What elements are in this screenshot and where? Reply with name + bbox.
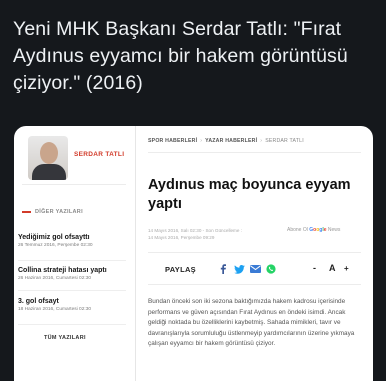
accent-dash bbox=[22, 211, 31, 213]
facebook-icon[interactable] bbox=[219, 264, 227, 274]
font-increase-label: A bbox=[329, 263, 336, 273]
article-main: SPOR HABERLERİ › YAZAR HABERLERİ › SERDAR TA… bbox=[135, 126, 373, 381]
google-news-link[interactable]: Abone Ol Google News bbox=[287, 227, 340, 233]
divider bbox=[18, 260, 126, 261]
sidebar-article-date: 26 Temmuz 2016, Perşembe 02:30 bbox=[18, 243, 93, 248]
breadcrumb-item[interactable]: SERDAR TATLI bbox=[265, 138, 304, 144]
sidebar-article-date: 18 Haziran 2016, Cumartesi 02:30 bbox=[18, 307, 92, 312]
tweet-text: Yeni MHK Başkanı Serdar Tatlı: "Fırat Ay… bbox=[13, 18, 348, 94]
font-plus-button[interactable]: + bbox=[344, 264, 349, 273]
twitter-icon[interactable] bbox=[233, 264, 245, 274]
font-increase-button[interactable]: A bbox=[329, 263, 336, 273]
breadcrumb-item[interactable]: SPOR HABERLERİ bbox=[148, 138, 197, 144]
author-sidebar: SERDAR TATLI DİĞER YAZILARI Yediğimiz go… bbox=[14, 126, 136, 381]
divider bbox=[148, 284, 361, 285]
breadcrumb: SPOR HABERLERİ › YAZAR HABERLERİ › SERDAR TA… bbox=[148, 138, 304, 144]
sidebar-article[interactable]: Collina strateji hatası yaptı 26 Haziran… bbox=[18, 266, 130, 281]
sidebar-article-title[interactable]: Yediğimiz gol ofsayttı bbox=[18, 233, 130, 242]
chevron-right-icon: › bbox=[260, 138, 263, 144]
share-label: PAYLAŞ bbox=[165, 265, 196, 274]
sidebar-article-title[interactable]: 3. gol ofsayt bbox=[18, 297, 130, 306]
author-name[interactable]: SERDAR TATLI bbox=[74, 151, 124, 158]
article-screenshot: SERDAR TATLI DİĞER YAZILARI Yediğimiz go… bbox=[14, 126, 373, 381]
sidebar-article[interactable]: Yediğimiz gol ofsayttı 26 Temmuz 2016, P… bbox=[18, 233, 130, 248]
article-title: Aydınus maç boyunca eyyam yaptı bbox=[148, 177, 351, 212]
divider bbox=[148, 152, 361, 153]
breadcrumb-item[interactable]: YAZAR HABERLERİ bbox=[205, 138, 257, 144]
article-meta: 14 Mayıs 2016, Salı 02:30 - Son Güncelle… bbox=[148, 227, 288, 241]
author-avatar bbox=[28, 136, 68, 180]
article-body: Bundan önceki son iki sezona baktığımızd… bbox=[148, 298, 355, 347]
email-icon[interactable] bbox=[249, 264, 261, 274]
whatsapp-icon[interactable] bbox=[265, 264, 277, 274]
divider bbox=[18, 290, 126, 291]
divider bbox=[22, 184, 126, 185]
google-news-prefix: Abone Ol bbox=[287, 227, 308, 233]
all-articles-button[interactable]: TÜM YAZILARI bbox=[44, 335, 86, 341]
author-block[interactable]: SERDAR TATLI bbox=[22, 136, 130, 180]
published-date: 14 Mayıs 2016, Salı 02:30 - Son Güncelle… bbox=[148, 228, 242, 233]
sidebar-article[interactable]: 3. gol ofsayt 18 Haziran 2016, Cumartesi… bbox=[18, 297, 130, 312]
font-decrease-button[interactable]: - bbox=[313, 263, 316, 273]
other-articles-label: DİĞER YAZILARI bbox=[35, 209, 83, 215]
divider bbox=[148, 252, 361, 253]
updated-date: 14 Mayıs 2016, Perşembe 09:29 bbox=[148, 235, 215, 240]
sidebar-article-date: 26 Haziran 2016, Cumartesi 02:30 bbox=[18, 276, 92, 281]
other-articles-heading: DİĞER YAZILARI bbox=[22, 209, 126, 215]
chevron-right-icon: › bbox=[200, 138, 203, 144]
sidebar-article-title[interactable]: Collina strateji hatası yaptı bbox=[18, 266, 130, 275]
divider bbox=[18, 324, 126, 325]
